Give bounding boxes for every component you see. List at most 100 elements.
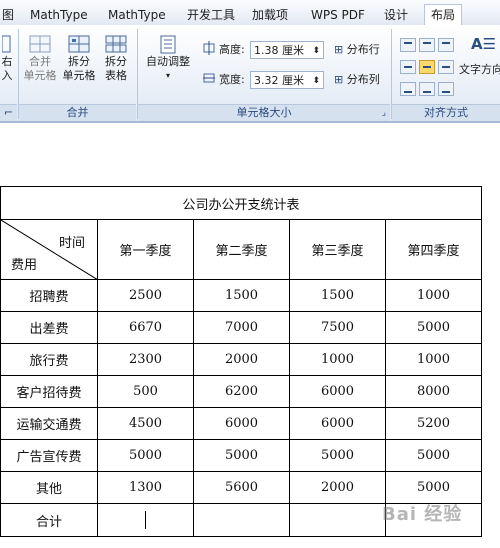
value-cell[interactable]: 500: [97, 375, 194, 408]
height-label: 高度:: [219, 43, 245, 56]
row-label-cell[interactable]: 客户招待费: [0, 375, 98, 408]
row-label-cell[interactable]: 招聘费: [0, 279, 98, 312]
table-row: 出差费 6670 7000 7500 5000: [0, 311, 483, 344]
height-spinner[interactable]: 1.38 厘米 ⬍: [250, 41, 324, 59]
text-direction-button[interactable]: A☰ 文字方向: [459, 35, 500, 77]
header-cell[interactable]: 第四季度: [384, 219, 483, 280]
tab-design[interactable]: 设计: [384, 6, 408, 24]
row-label-cell[interactable]: 广告宣传费: [0, 439, 98, 472]
width-label: 宽度:: [219, 73, 245, 86]
header-cell[interactable]: 第一季度: [97, 219, 194, 280]
table-row: 客户招待费 500 6200 6000 8000: [0, 375, 483, 408]
table-row: 招聘费 2500 1500 1500 1000: [0, 279, 483, 312]
row-label-cell[interactable]: 出差费: [0, 311, 98, 344]
width-value: 3.32 厘米: [254, 74, 304, 87]
col-width-icon: [203, 71, 215, 89]
align-middle-center-button[interactable]: [419, 60, 435, 74]
align-middle-left-button[interactable]: [400, 60, 416, 74]
diag-top-label: 时间: [58, 236, 85, 251]
value-cell[interactable]: 1000: [289, 343, 386, 376]
header-cell[interactable]: 第三季度: [289, 219, 386, 280]
table-row: 运输交通费 4500 6000 6000 5200: [0, 407, 483, 440]
autofit-icon: [157, 35, 179, 54]
expense-table: 公司办公开支统计表 时间 费用 第一季度 第二季度 第三季度 第四季度 招聘费 …: [0, 186, 483, 537]
total-cell-q1[interactable]: [97, 503, 194, 537]
value-cell[interactable]: 2300: [97, 343, 194, 376]
value-cell[interactable]: 5000: [289, 439, 386, 472]
split-table-button[interactable]: 拆分 表格: [99, 35, 133, 83]
split-cells-button[interactable]: 拆分 单元格: [60, 35, 98, 83]
tab-mathtype-2[interactable]: MathType: [108, 6, 166, 24]
insert-right-button[interactable]: 右 入: [0, 35, 14, 83]
height-value: 1.38 厘米: [254, 44, 304, 57]
group-label-merge: 合并: [19, 104, 136, 121]
table-row: 其他 1300 5600 2000 5000: [0, 471, 483, 504]
value-cell[interactable]: 6200: [193, 375, 290, 408]
tab-wps-pdf[interactable]: WPS PDF: [311, 6, 365, 24]
align-top-left-button[interactable]: [400, 38, 416, 52]
align-bottom-right-button[interactable]: [438, 82, 454, 96]
value-cell[interactable]: 5000: [384, 439, 483, 472]
value-cell[interactable]: 5200: [384, 407, 483, 440]
dialog-launcher-icon[interactable]: ⌟: [382, 105, 386, 121]
autofit-button[interactable]: 自动调整 ▾: [141, 35, 195, 83]
distribute-cols-icon: ⊞: [334, 73, 344, 86]
merge-cells-button[interactable]: 合并 单元格: [21, 35, 59, 83]
value-cell[interactable]: 5600: [193, 471, 290, 504]
align-top-center-button[interactable]: [419, 38, 435, 52]
row-label-cell[interactable]: 旅行费: [0, 343, 98, 376]
value-cell[interactable]: 5000: [384, 471, 483, 504]
value-cell[interactable]: 5000: [384, 311, 483, 344]
table-row: 旅行费 2300 2000 1000 1000: [0, 343, 483, 376]
tab-layout[interactable]: 布局: [424, 4, 463, 27]
value-cell[interactable]: 6000: [193, 407, 290, 440]
value-cell[interactable]: 1000: [384, 279, 483, 312]
value-cell[interactable]: 1500: [289, 279, 386, 312]
diag-bottom-label: 费用: [11, 258, 38, 273]
tab-partial[interactable]: 图: [2, 6, 14, 24]
split-cells-icon: [68, 35, 90, 53]
total-label-cell[interactable]: 合计: [0, 503, 98, 537]
value-cell[interactable]: 5000: [97, 439, 194, 472]
align-bottom-left-button[interactable]: [400, 82, 416, 96]
chevron-down-icon: ▾: [165, 71, 170, 80]
value-cell[interactable]: 7500: [289, 311, 386, 344]
value-cell[interactable]: 5000: [193, 439, 290, 472]
width-spinner[interactable]: 3.32 厘米 ⬍: [250, 71, 324, 89]
value-cell[interactable]: 1000: [384, 343, 483, 376]
value-cell[interactable]: 4500: [97, 407, 194, 440]
group-label-partial: ⌐: [0, 104, 17, 121]
merge-cells-icon: [29, 35, 51, 53]
split-table-icon: [105, 35, 127, 53]
tab-mathtype-1[interactable]: MathType: [30, 6, 88, 24]
value-cell[interactable]: 2000: [289, 471, 386, 504]
row-label-cell[interactable]: 运输交通费: [0, 407, 98, 440]
distribute-rows-button[interactable]: ⊞ 分布行: [334, 41, 380, 59]
text-cursor: [145, 511, 146, 529]
value-cell[interactable]: 1500: [193, 279, 290, 312]
value-cell[interactable]: 2000: [193, 343, 290, 376]
value-cell[interactable]: 8000: [384, 375, 483, 408]
tab-developer[interactable]: 开发工具: [187, 6, 235, 24]
value-cell[interactable]: 6000: [289, 375, 386, 408]
header-cell[interactable]: 第二季度: [193, 219, 290, 280]
total-cell-q2[interactable]: [193, 503, 290, 537]
total-cell-q3[interactable]: [289, 503, 386, 537]
diagonal-header-cell[interactable]: 时间 费用: [0, 219, 98, 280]
distribute-cols-button[interactable]: ⊞ 分布列: [334, 71, 380, 89]
tab-addins[interactable]: 加载项: [252, 6, 288, 24]
value-cell[interactable]: 6670: [97, 311, 194, 344]
align-middle-right-button[interactable]: [438, 60, 454, 74]
group-label-cellsize: 单元格大小 ⌟: [138, 104, 390, 121]
align-bottom-center-button[interactable]: [419, 82, 435, 96]
align-top-right-button[interactable]: [438, 38, 454, 52]
spinner-arrows-icon[interactable]: ⬍: [312, 42, 320, 60]
value-cell[interactable]: 7000: [193, 311, 290, 344]
insert-icon: [1, 35, 12, 53]
value-cell[interactable]: 6000: [289, 407, 386, 440]
spinner-arrows-icon[interactable]: ⬍: [312, 72, 320, 90]
value-cell[interactable]: 2500: [97, 279, 194, 312]
row-label-cell[interactable]: 其他: [0, 471, 98, 504]
table-title[interactable]: 公司办公开支统计表: [0, 186, 483, 220]
value-cell[interactable]: 1300: [97, 471, 194, 504]
